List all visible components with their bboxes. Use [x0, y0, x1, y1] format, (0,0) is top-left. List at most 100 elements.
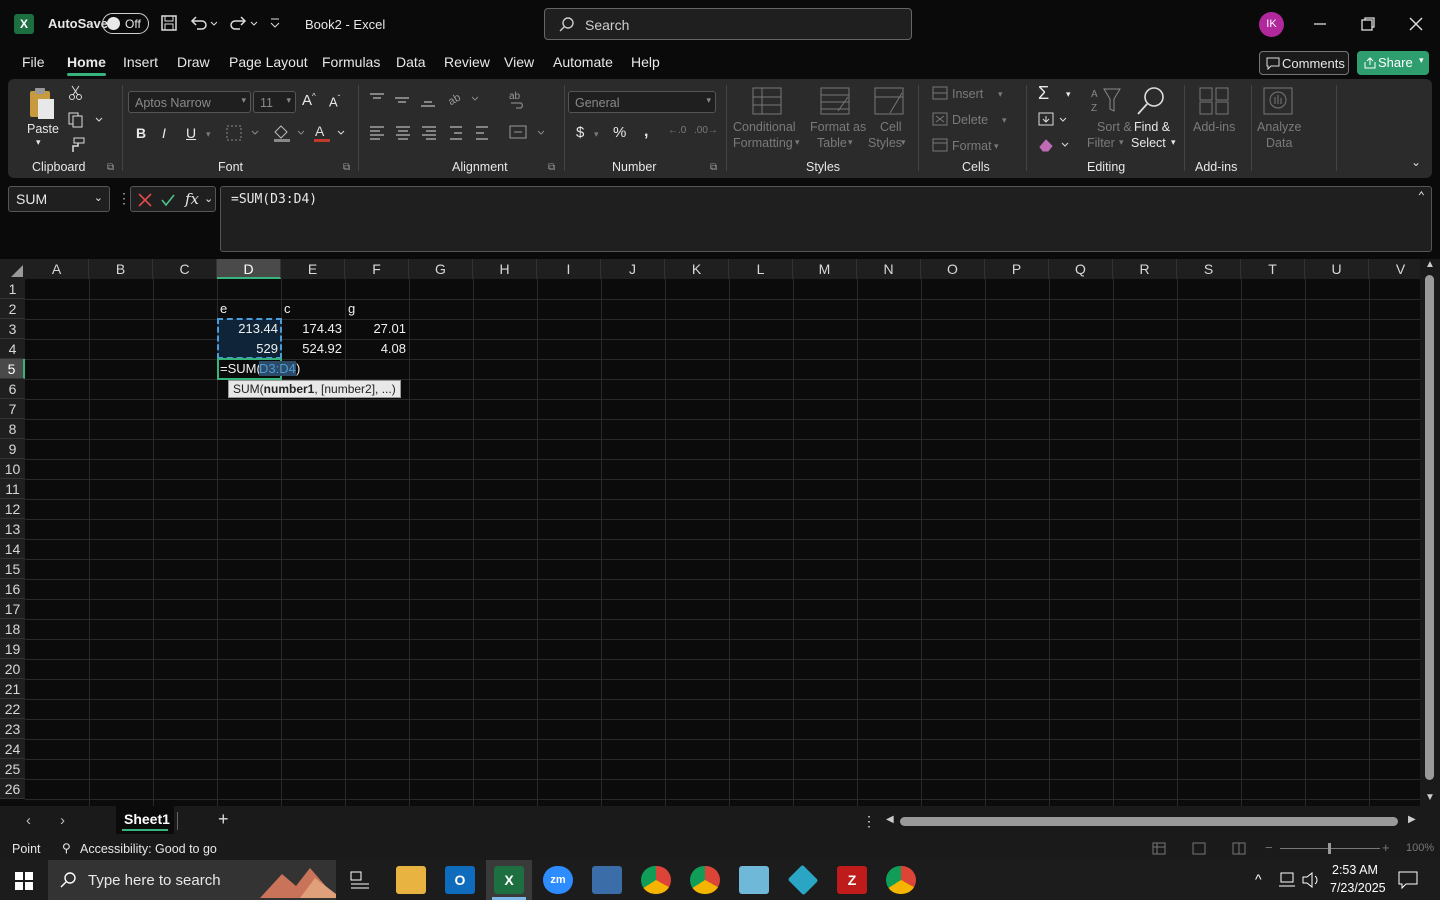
sort-filter-line1[interactable]: Sort &	[1097, 120, 1132, 134]
network-icon[interactable]	[1278, 872, 1296, 888]
analyze-data-icon[interactable]	[1262, 86, 1296, 116]
format-as-table-line2[interactable]: Table	[817, 136, 847, 150]
insert-cells-icon[interactable]	[932, 86, 948, 100]
cell-styles-icon[interactable]	[874, 87, 906, 117]
avatar[interactable]: IK	[1259, 12, 1284, 37]
find-select-icon[interactable]	[1136, 85, 1168, 117]
tab-view[interactable]: View	[504, 54, 534, 70]
zoom-app-icon[interactable]: zm	[543, 866, 573, 894]
notifications-icon[interactable]	[1398, 871, 1418, 889]
delete-cells-label[interactable]: Delete	[952, 113, 988, 127]
underline-icon[interactable]: U	[186, 125, 196, 141]
delete-cells-icon[interactable]	[932, 112, 948, 126]
row-header-6[interactable]: 6	[0, 379, 25, 399]
paste-icon[interactable]	[24, 85, 60, 123]
chevron-down-icon[interactable]: ▾	[994, 141, 999, 152]
column-header-N[interactable]: N	[857, 259, 921, 279]
decrease-font-icon[interactable]: Aˇ	[329, 94, 340, 109]
confirm-entry-icon[interactable]	[161, 193, 175, 207]
row-header-9[interactable]: 9	[0, 439, 25, 459]
collapse-formula-bar-icon[interactable]: ⌃	[1418, 189, 1425, 203]
conditional-formatting-icon[interactable]	[752, 87, 784, 117]
autosave-toggle[interactable]: Off	[102, 13, 149, 34]
worksheet-grid[interactable]: ABCDEFGHIJKLMNOPQRSTUV 1 2 3 4 5 6 7 8 9 10 11 12 13…	[0, 259, 1420, 806]
excel-taskbar-active[interactable]: X	[486, 860, 532, 900]
chrome-icon[interactable]	[641, 866, 671, 894]
tab-formulas[interactable]: Formulas	[322, 54, 380, 70]
format-cells-icon[interactable]	[932, 138, 948, 152]
find-select-line2[interactable]: Select	[1131, 136, 1166, 150]
currency-icon[interactable]: $	[576, 124, 584, 141]
sheet-tab-sheet1[interactable]: Sheet1	[116, 806, 174, 834]
row-header-12[interactable]: 12	[0, 499, 25, 519]
chevron-down-icon[interactable]: ▾	[901, 137, 906, 148]
select-all-corner[interactable]	[0, 259, 25, 279]
windows-start-icon[interactable]	[15, 872, 33, 890]
chevron-down-icon[interactable]: ▾	[1002, 115, 1007, 126]
undo-icon[interactable]	[189, 14, 217, 32]
column-header-U[interactable]: U	[1305, 259, 1369, 279]
insert-function-icon[interactable]: fx	[185, 190, 199, 208]
row-header-25[interactable]: 25	[0, 759, 25, 779]
font-launcher-icon[interactable]: ⧉	[343, 162, 350, 173]
calculator-icon[interactable]	[592, 866, 622, 894]
volume-icon[interactable]	[1302, 872, 1320, 888]
tab-home[interactable]: Home	[67, 54, 106, 76]
prev-sheet-icon[interactable]: ‹	[26, 812, 31, 829]
chevron-down-icon[interactable]: ⌄	[204, 192, 213, 205]
task-view-icon[interactable]	[350, 871, 370, 889]
column-header-D[interactable]: D	[217, 259, 281, 279]
increase-decimal-icon[interactable]: ←.0	[668, 125, 686, 136]
column-header-F[interactable]: F	[345, 259, 409, 279]
column-header-C[interactable]: C	[153, 259, 217, 279]
redo-icon[interactable]	[228, 14, 258, 32]
column-header-L[interactable]: L	[729, 259, 793, 279]
vertical-align-icons[interactable]	[368, 91, 444, 111]
view-mode-icons[interactable]	[1152, 842, 1252, 856]
row-header-23[interactable]: 23	[0, 719, 25, 739]
row-header-22[interactable]: 22	[0, 699, 25, 719]
row-header-16[interactable]: 16	[0, 579, 25, 599]
column-header-S[interactable]: S	[1177, 259, 1241, 279]
chevron-down-icon[interactable]: ▾	[594, 129, 599, 140]
cell-D2[interactable]: e	[217, 299, 281, 319]
format-cells-label[interactable]: Format	[952, 139, 992, 153]
tab-automate[interactable]: Automate	[553, 54, 613, 70]
row-header-15[interactable]: 15	[0, 559, 25, 579]
row-header-19[interactable]: 19	[0, 639, 25, 659]
column-header-T[interactable]: T	[1241, 259, 1305, 279]
row-header-2[interactable]: 2	[0, 299, 25, 319]
scrollbar-thumb[interactable]	[1425, 275, 1434, 780]
column-header-B[interactable]: B	[89, 259, 153, 279]
taskbar-search-box[interactable]: Type here to search	[48, 860, 336, 900]
comma-style-icon[interactable]: ,	[644, 123, 648, 141]
accessibility-status[interactable]: Accessibility: Good to go	[80, 842, 217, 856]
tab-file[interactable]: File	[22, 54, 45, 70]
outlook-icon[interactable]: O	[445, 866, 475, 894]
chevron-down-icon[interactable]: ▾	[206, 129, 211, 140]
italic-icon[interactable]: I	[162, 125, 166, 141]
zoom-in-icon[interactable]: +	[1382, 840, 1390, 855]
percent-icon[interactable]: %	[613, 124, 626, 141]
comments-button[interactable]: Comments	[1259, 51, 1349, 75]
row-header-4[interactable]: 4	[0, 339, 25, 359]
cell-E3[interactable]: 174.43	[281, 319, 345, 339]
accessibility-icon[interactable]: ⚲	[62, 841, 71, 855]
share-chevron-icon[interactable]: ▾	[1419, 55, 1424, 66]
orientation-icon[interactable]: ab	[446, 89, 486, 109]
cell-styles-line2[interactable]: Styles	[868, 136, 902, 150]
merge-center-icon[interactable]	[508, 123, 548, 143]
addins-label[interactable]: Add-ins	[1193, 120, 1235, 134]
row-header-10[interactable]: 10	[0, 459, 25, 479]
row-header-26[interactable]: 26	[0, 779, 25, 799]
vertical-scrollbar[interactable]: ▲ ▼	[1420, 259, 1440, 806]
column-header-J[interactable]: J	[601, 259, 665, 279]
column-header-Q[interactable]: Q	[1049, 259, 1113, 279]
find-select-line1[interactable]: Find &	[1134, 120, 1170, 134]
column-header-E[interactable]: E	[281, 259, 345, 279]
column-header-I[interactable]: I	[537, 259, 601, 279]
bold-icon[interactable]: B	[136, 125, 146, 141]
column-header-H[interactable]: H	[473, 259, 537, 279]
cell-E4[interactable]: 524.92	[281, 339, 345, 359]
autosum-icon[interactable]: Σ	[1038, 83, 1049, 104]
